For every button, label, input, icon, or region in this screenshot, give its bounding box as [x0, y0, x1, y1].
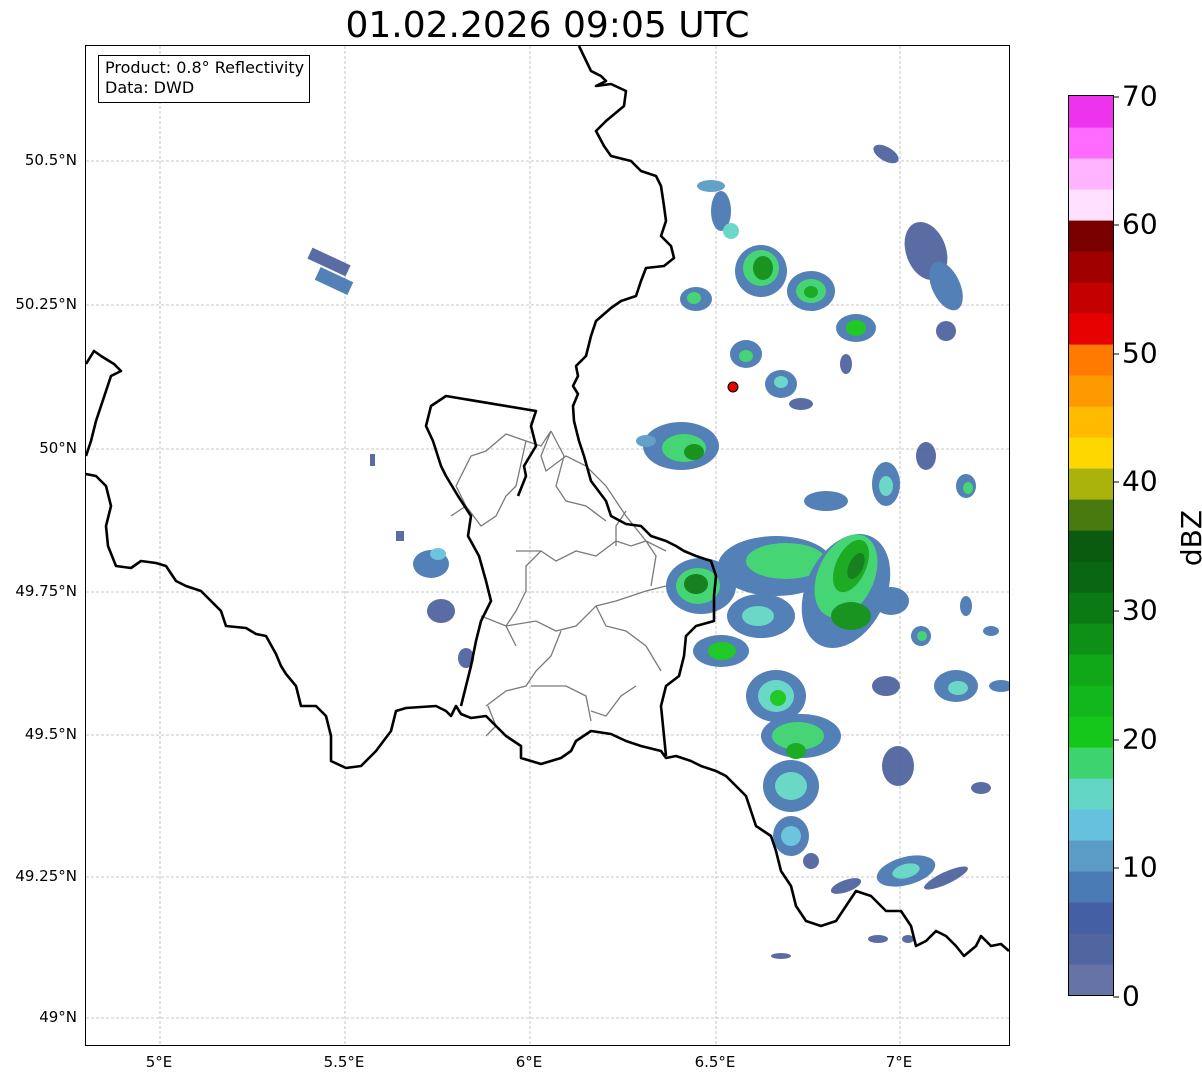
colorbar-segment: [1069, 623, 1113, 655]
colorbar-segment: [1069, 375, 1113, 407]
colorbar-segment: [1069, 592, 1113, 624]
colorbar-tick: 60: [1113, 207, 1158, 241]
colorbar-segment: [1069, 158, 1113, 190]
colorbar-segment: [1069, 344, 1113, 376]
national-borders: [86, 46, 1009, 958]
colorbar-label: dBZ: [1175, 509, 1202, 567]
product-info-box: Product: 0.8° Reflectivity Data: DWD: [98, 55, 311, 103]
colorbar: [1068, 95, 1114, 996]
colorbar-segment: [1069, 220, 1113, 252]
data-source-label: Data: DWD: [105, 78, 195, 97]
y-tick-label: 50.25°N: [15, 295, 77, 313]
y-tick-label: 50.5°N: [24, 151, 77, 169]
colorbar-tick: 70: [1113, 79, 1158, 113]
y-tick-label: 49.25°N: [15, 867, 77, 885]
radar-site-marker: [727, 381, 739, 393]
colorbar-gradient: [1069, 96, 1113, 995]
colorbar-segment: [1069, 840, 1113, 872]
colorbar-segment: [1069, 499, 1113, 531]
colorbar-segment: [1069, 313, 1113, 345]
map-title: 01.02.2026 09:05 UTC: [345, 5, 750, 46]
map-canvas: [86, 46, 1009, 1045]
colorbar-segment: [1069, 716, 1113, 748]
colorbar-segment: [1069, 964, 1113, 995]
colorbar-segment: [1069, 933, 1113, 965]
product-label: Product: 0.8° Reflectivity: [105, 58, 305, 77]
colorbar-tick: 10: [1113, 850, 1158, 884]
colorbar-tick: 20: [1113, 722, 1158, 756]
colorbar-tick: 50: [1113, 336, 1158, 370]
x-tick-label: 6.5°E: [694, 1053, 736, 1071]
colorbar-segment: [1069, 189, 1113, 221]
admin-boundaries: [450, 430, 667, 737]
x-tick-label: 5.5°E: [323, 1053, 365, 1071]
colorbar-segment: [1069, 747, 1113, 779]
colorbar-segment: [1069, 871, 1113, 903]
colorbar-segment: [1069, 437, 1113, 469]
colorbar-segment: [1069, 685, 1113, 717]
colorbar-segment: [1069, 530, 1113, 562]
colorbar-tick: 40: [1113, 464, 1158, 498]
colorbar-segment: [1069, 406, 1113, 438]
colorbar-segment: [1069, 127, 1113, 159]
colorbar-segment: [1069, 561, 1113, 593]
x-tick-label: 6°E: [515, 1053, 543, 1071]
colorbar-segment: [1069, 282, 1113, 314]
colorbar-segment: [1069, 468, 1113, 500]
colorbar-tick: 0: [1113, 979, 1140, 1013]
y-tick-label: 49°N: [39, 1008, 77, 1026]
colorbar-segment: [1069, 809, 1113, 841]
colorbar-segment: [1069, 251, 1113, 283]
colorbar-segment: [1069, 778, 1113, 810]
y-tick-label: 50°N: [39, 439, 77, 457]
y-tick-label: 49.75°N: [15, 582, 77, 600]
x-tick-label: 7°E: [885, 1053, 913, 1071]
radar-map[interactable]: Product: 0.8° Reflectivity Data: DWD: [85, 45, 1010, 1046]
x-tick-label: 5°E: [145, 1053, 173, 1071]
colorbar-segment: [1069, 654, 1113, 686]
y-tick-label: 49.5°N: [24, 725, 77, 743]
colorbar-segment: [1069, 902, 1113, 934]
colorbar-tick: 30: [1113, 593, 1158, 627]
radar-echoes: [307, 144, 1009, 959]
colorbar-segment: [1069, 96, 1113, 128]
